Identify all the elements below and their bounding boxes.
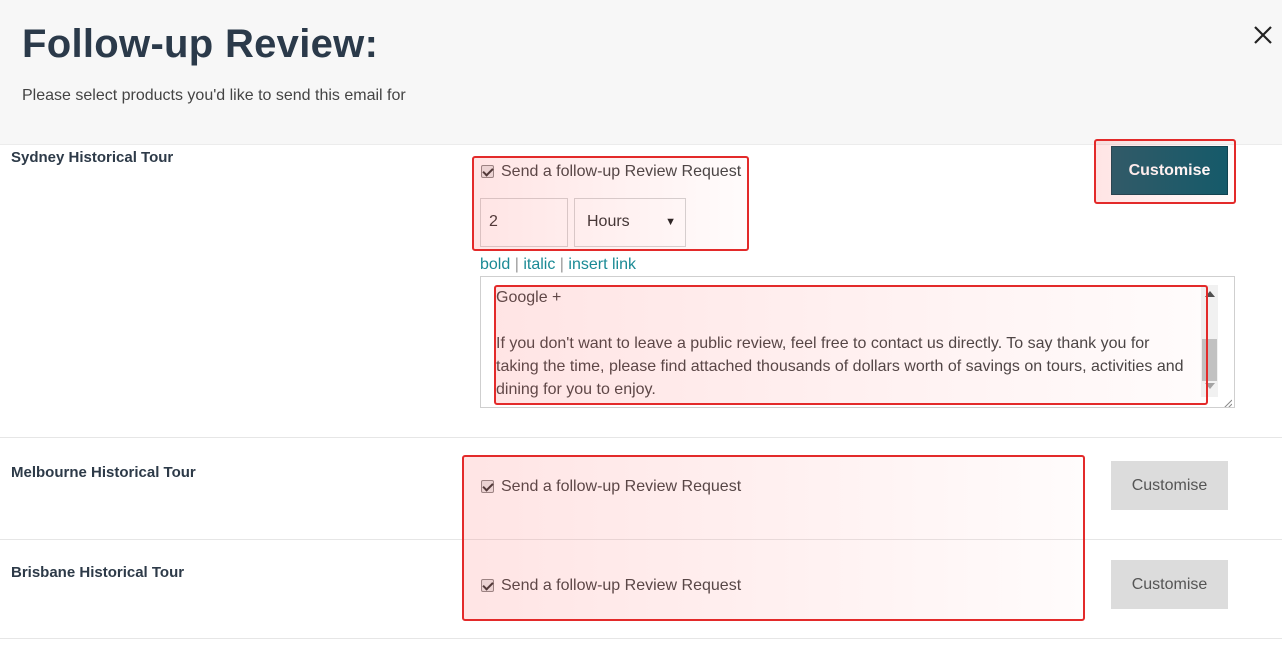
format-toolbar: bold | italic | insert link <box>480 256 636 274</box>
scroll-down-icon[interactable] <box>1205 383 1215 389</box>
customise-button-melbourne[interactable]: Customise <box>1111 461 1228 510</box>
checkbox-label: Send a follow-up Review Request <box>501 163 742 180</box>
resize-grip-icon[interactable] <box>1222 395 1233 407</box>
review-request-checkbox-sydney[interactable]: Send a follow-up Review Request <box>481 163 741 181</box>
page-title: Follow-up Review: <box>22 22 379 66</box>
textarea-scrollbar[interactable] <box>1201 285 1218 397</box>
checkbox-checked-icon[interactable] <box>481 578 494 592</box>
italic-link[interactable]: italic <box>523 256 555 273</box>
checkbox-label: Send a follow-up Review Request <box>501 478 742 495</box>
customise-button-brisbane[interactable]: Customise <box>1111 560 1228 609</box>
separator: | <box>559 256 564 273</box>
delay-unit-value: Hours <box>587 213 630 230</box>
separator: | <box>514 256 519 273</box>
scroll-up-icon[interactable] <box>1205 291 1215 297</box>
delay-unit-select[interactable]: Hours ▼ <box>574 198 686 247</box>
modal-header: Follow-up Review: Please select products… <box>0 0 1282 145</box>
checkbox-checked-icon[interactable] <box>481 164 494 178</box>
dropdown-arrow-icon: ▼ <box>665 216 676 228</box>
product-name: Sydney Historical Tour <box>11 149 174 166</box>
scroll-thumb[interactable] <box>1202 339 1217 381</box>
message-text: Google + If you don't want to leave a pu… <box>496 286 1196 401</box>
message-line: Google + <box>496 289 562 306</box>
email-message-textarea[interactable]: Google + If you don't want to leave a pu… <box>480 276 1235 408</box>
page-subtitle: Please select products you'd like to sen… <box>22 87 406 104</box>
product-name: Brisbane Historical Tour <box>11 564 185 581</box>
customise-button-sydney[interactable]: Customise <box>1111 146 1228 195</box>
product-name: Melbourne Historical Tour <box>11 464 196 481</box>
review-request-checkbox-brisbane[interactable]: Send a follow-up Review Request <box>481 577 741 595</box>
review-request-checkbox-melbourne[interactable]: Send a follow-up Review Request <box>481 478 741 496</box>
bold-link[interactable]: bold <box>480 256 510 273</box>
checkbox-checked-icon[interactable] <box>481 479 494 493</box>
message-line: If you don't want to leave a public revi… <box>496 335 1184 398</box>
insert-link-link[interactable]: insert link <box>568 256 636 273</box>
delay-value-input[interactable]: 2 <box>480 198 568 247</box>
close-icon[interactable] <box>1250 22 1276 48</box>
checkbox-label: Send a follow-up Review Request <box>501 577 742 594</box>
